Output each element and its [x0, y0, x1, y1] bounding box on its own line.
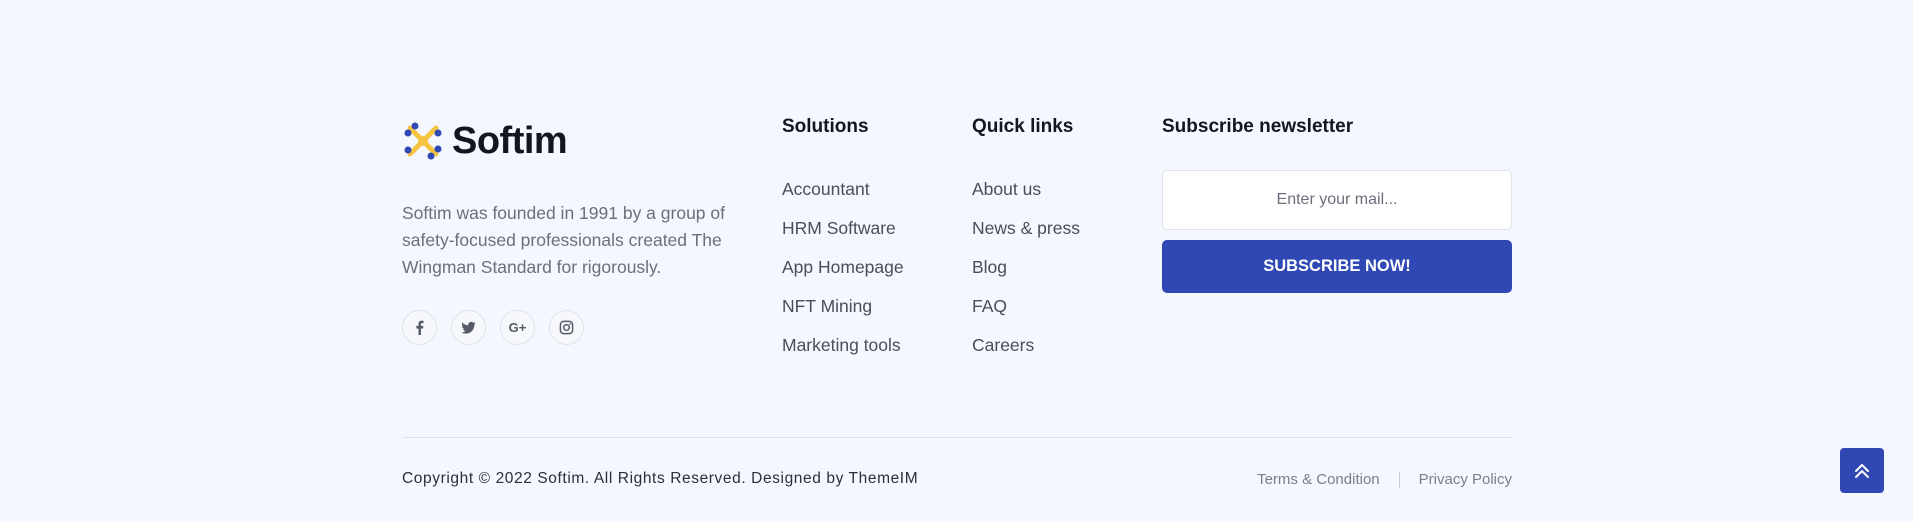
softim-logo-icon [404, 122, 442, 160]
copyright-text: Copyright © 2022 Softim. All Rights Rese… [402, 470, 919, 487]
facebook-icon [416, 320, 424, 335]
privacy-link[interactable]: Privacy Policy [1419, 471, 1512, 488]
solutions-list: Accountant HRM Software App Homepage NFT… [782, 170, 952, 365]
social-links: G+ [402, 310, 752, 345]
google-plus-icon: G+ [508, 320, 527, 335]
quick-link-careers[interactable]: Careers [972, 326, 1142, 365]
terms-link[interactable]: Terms & Condition [1257, 471, 1380, 488]
subscribe-button[interactable]: SUBSCRIBE NOW! [1162, 240, 1512, 293]
legal-links: Terms & Condition Privacy Policy [1257, 471, 1512, 488]
double-chevron-up-icon [1855, 463, 1869, 478]
quick-link-faq[interactable]: FAQ [972, 287, 1142, 326]
quick-link-about-us[interactable]: About us [972, 170, 1142, 209]
solutions-link-nft-mining[interactable]: NFT Mining [782, 287, 952, 326]
twitter-icon [461, 321, 476, 334]
legal-separator [1398, 471, 1400, 488]
quick-links-list: About us News & press Blog FAQ Careers [972, 170, 1142, 365]
brand-column: Softim Softim was founded in 1991 by a g… [402, 118, 752, 345]
google-plus-link[interactable]: G+ [500, 310, 535, 345]
solutions-link-accountant[interactable]: Accountant [782, 170, 952, 209]
footer-divider [402, 437, 1512, 438]
solutions-heading: Solutions [782, 116, 869, 137]
newsletter-email-input[interactable] [1162, 170, 1512, 230]
newsletter-column: Subscribe newsletter SUBSCRIBE NOW! [1162, 114, 1512, 293]
solutions-link-app-homepage[interactable]: App Homepage [782, 248, 952, 287]
instagram-icon [559, 320, 574, 335]
twitter-link[interactable] [451, 310, 486, 345]
solutions-link-hrm-software[interactable]: HRM Software [782, 209, 952, 248]
solutions-link-marketing-tools[interactable]: Marketing tools [782, 326, 952, 365]
about-text: Softim was founded in 1991 by a group of… [402, 203, 725, 277]
quick-link-blog[interactable]: Blog [972, 248, 1142, 287]
site-footer: Softim Softim was founded in 1991 by a g… [0, 0, 1913, 522]
quick-links-heading: Quick links [972, 116, 1074, 137]
logo[interactable]: Softim [402, 118, 752, 164]
newsletter-heading: Subscribe newsletter [1162, 116, 1354, 137]
solutions-column: Solutions Accountant HRM Software App Ho… [782, 114, 952, 365]
facebook-link[interactable] [402, 310, 437, 345]
instagram-link[interactable] [549, 310, 584, 345]
quick-links-column: Quick links About us News & press Blog F… [972, 114, 1142, 365]
scroll-to-top-button[interactable] [1840, 448, 1884, 493]
quick-link-news-press[interactable]: News & press [972, 209, 1142, 248]
logo-text: Softim [452, 119, 568, 162]
